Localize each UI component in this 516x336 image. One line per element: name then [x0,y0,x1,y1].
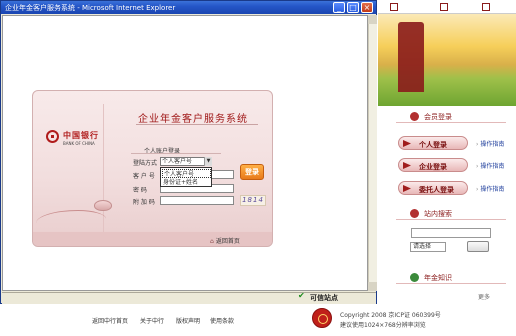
return-home-link[interactable]: 返回首页 [210,236,240,245]
more-link[interactable]: 更多 [478,292,490,301]
search-icon [410,209,419,218]
personal-login-button[interactable]: 个人登录 [398,136,468,150]
scroll-down-icon[interactable] [368,282,377,291]
arrow-icon [403,140,411,147]
close-button[interactable]: × [361,2,373,13]
trustee-guide-link[interactable]: 操作指南 [476,184,504,193]
footer-link-about[interactable]: 关于中行 [140,316,164,325]
police-seal-icon [312,308,332,328]
captcha-image: 1814 [240,195,266,206]
vertical-scrollbar[interactable] [368,15,377,291]
footer-link-copyright[interactable]: 版权声明 [176,316,200,325]
login-button[interactable]: 登录 [240,164,264,180]
header-checkbox-3[interactable] [482,3,490,11]
pension-knowledge-heading: 年金知识 [396,272,506,284]
arrow-icon [403,185,411,192]
login-mode-label: 登陆方式 [133,160,158,167]
footer-copyright: Copyright 2008 京ICP证 060399号 建议使用1024×76… [340,312,441,329]
title-bar[interactable]: 企业年金客户服务系统 - Microsoft Internet Explorer… [1,1,376,14]
member-login-heading: 会员登录 [396,111,506,123]
minimize-button[interactable]: _ [333,2,345,13]
member-icon [410,112,419,121]
bank-name-cn: 中国银行 [63,130,99,140]
enterprise-guide-link[interactable]: 操作指南 [476,161,504,170]
panel-divider [103,104,104,232]
footer-link-boc-home[interactable]: 返回中行首页 [92,316,128,325]
header-checkbox-2[interactable] [440,3,448,11]
mouse-cord-decoration [36,210,106,232]
search-category-select[interactable]: 请选择 [410,242,446,252]
login-mode-dropdown: 个人客户号 身份证+姓名 [160,167,212,187]
search-button[interactable] [467,241,489,252]
footer-link-terms[interactable]: 使用条款 [210,316,234,325]
section-rule [131,153,221,154]
enterprise-login-button[interactable]: 企业登录 [398,158,468,172]
extra-code-label: 附 加 码 [133,199,155,206]
chevron-down-icon[interactable]: ▼ [204,157,212,166]
bank-of-china-logo-icon [46,130,59,143]
search-input[interactable] [411,228,491,238]
password-label: 密 码 [133,187,147,194]
window-title: 企业年金客户服务系统 - Microsoft Internet Explorer [5,4,176,12]
dropdown-option[interactable]: 身份证+姓名 [162,178,211,187]
system-title: 企业年金客户服务系统 [138,114,248,125]
dropdown-option[interactable]: 个人客户号 [162,169,211,178]
personal-guide-link[interactable]: 操作指南 [476,139,504,148]
customer-number-label: 客 户 号 [133,173,155,180]
checkmark-icon: ✔ [298,291,305,300]
extra-code-input[interactable] [160,196,234,205]
trustee-login-button[interactable]: 委托人登录 [398,181,468,195]
scroll-up-icon[interactable] [368,15,377,24]
bank-name-en: BANK OF CHINA [63,141,95,146]
banner-image [378,14,516,106]
mouse-icon [94,200,112,211]
title-rule [136,124,258,125]
header-checkbox-1[interactable] [390,3,398,11]
site-search-heading: 站内搜索 [396,208,506,220]
security-zone-status: 可信站点 [310,294,338,302]
arrow-icon [403,162,411,169]
background-top-strip [378,0,516,14]
maximize-button[interactable]: □ [347,2,359,13]
book-icon [410,273,419,282]
